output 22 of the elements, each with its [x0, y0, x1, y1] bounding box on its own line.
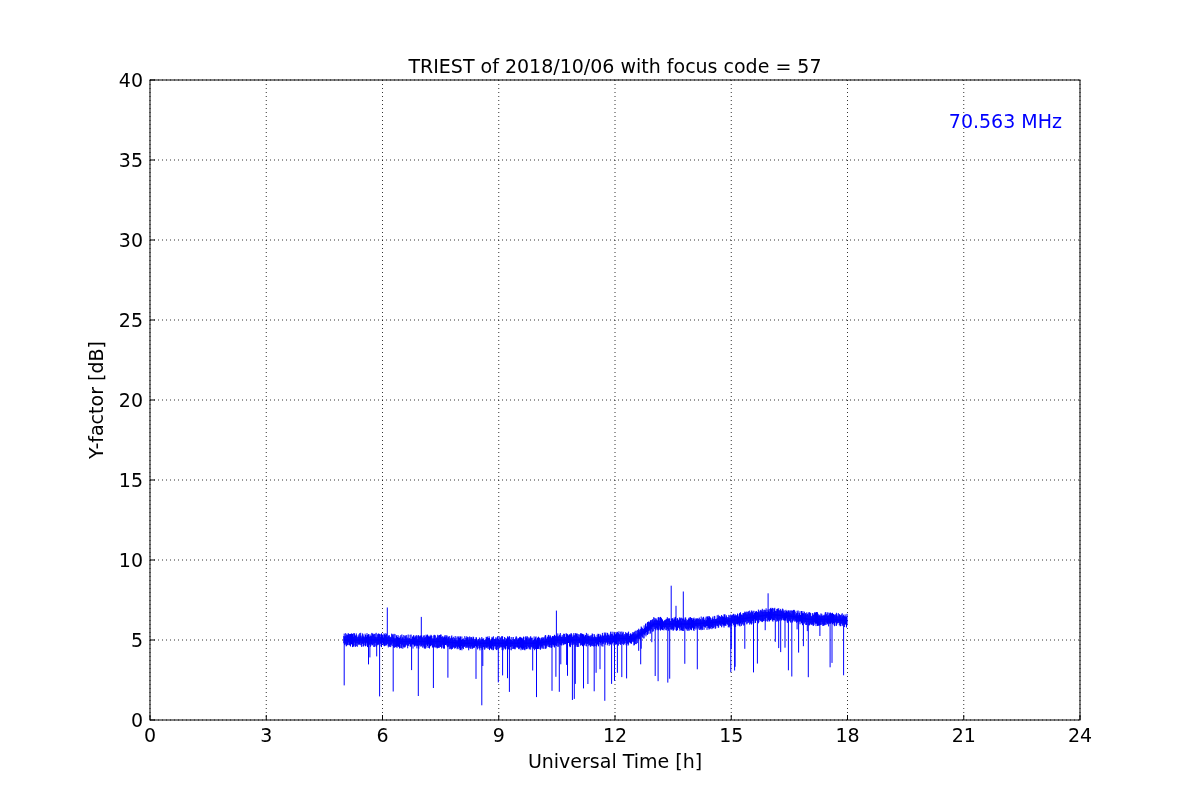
x-tick-label: 15: [719, 724, 744, 746]
series-label: 70.563 MHz: [948, 110, 1062, 132]
chart-title: TRIEST of 2018/10/06 with focus code = 57: [408, 55, 822, 77]
y-tick-label: 0: [130, 709, 143, 731]
x-tick-label: 12: [602, 724, 628, 746]
y-tick-label: 40: [118, 69, 143, 91]
y-tick-label: 5: [130, 629, 143, 651]
x-tick-label: 6: [376, 724, 389, 746]
y-tick-label: 10: [118, 549, 143, 571]
y-tick-label: 30: [118, 229, 143, 251]
x-tick-label: 3: [260, 724, 273, 746]
y-tick-label: 35: [118, 149, 143, 171]
y-tick-label: 15: [118, 469, 143, 491]
y-tick-label: 25: [118, 309, 143, 331]
x-axis-label: Universal Time [h]: [527, 750, 703, 772]
x-tick-label: 24: [1067, 724, 1093, 746]
y-tick-label: 20: [118, 389, 143, 411]
x-tick-label: 21: [951, 724, 976, 746]
y-axis-label: Y-factor [dB]: [85, 341, 107, 459]
x-tick-label: 18: [835, 724, 860, 746]
x-tick-label: 0: [143, 724, 157, 746]
x-tick-label: 9: [492, 724, 505, 746]
